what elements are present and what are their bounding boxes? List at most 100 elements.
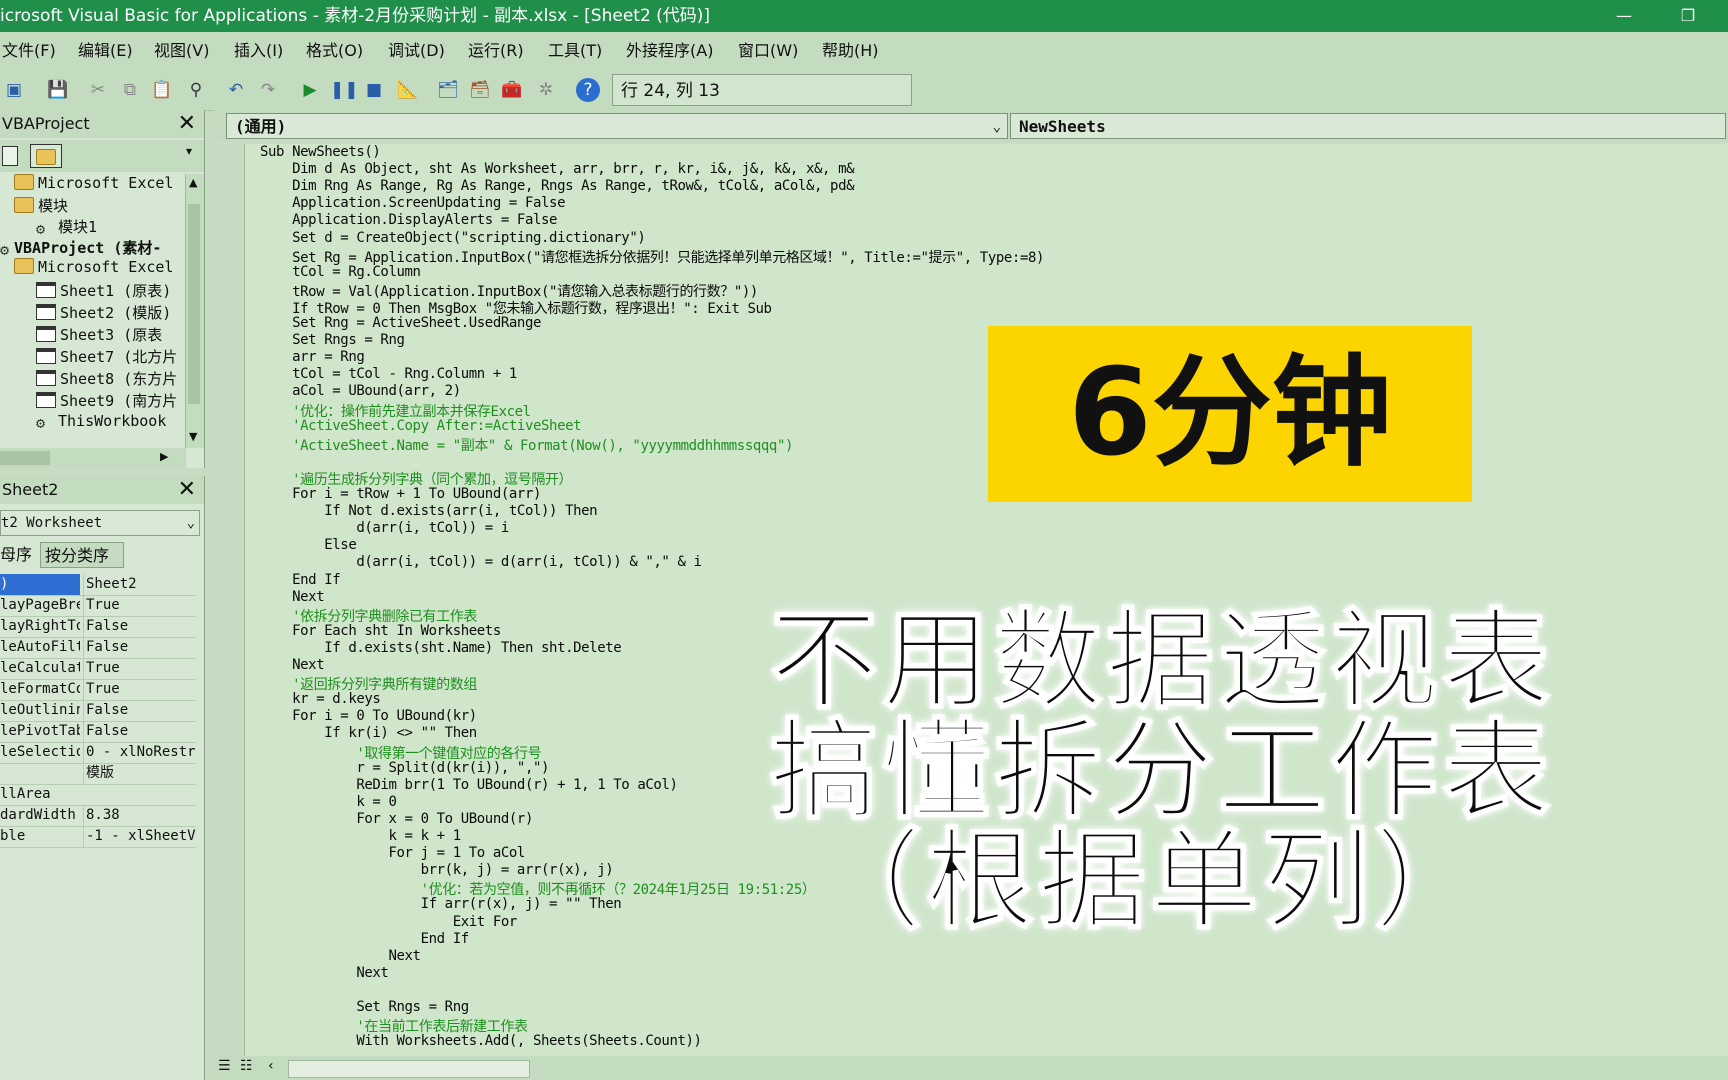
view-excel-icon[interactable]: ▣ — [2, 78, 26, 102]
property-row[interactable]: llArea — [0, 784, 196, 806]
property-value[interactable]: True — [83, 595, 196, 616]
procedure-dropdown[interactable]: NewSheets — [1010, 113, 1726, 139]
property-value[interactable]: 模版 — [83, 763, 196, 784]
project-explorer-icon[interactable]: 🗂 — [436, 78, 460, 102]
menu-debug[interactable]: 调试(D) — [388, 32, 445, 70]
restore-button[interactable]: ❐ — [1668, 0, 1708, 32]
tree-node[interactable]: Sheet2 (模版) — [36, 302, 171, 323]
property-row[interactable]: layRightTo False — [0, 616, 196, 638]
chevron-down-icon[interactable]: ▾ — [186, 144, 192, 158]
property-value[interactable]: True — [83, 679, 196, 700]
object-dropdown[interactable]: (通用) ⌄ — [226, 113, 1008, 139]
tree-horizontal-scrollbar[interactable]: ▶ — [0, 448, 186, 468]
procedure-view-icon[interactable]: ☰ — [218, 1058, 231, 1074]
tab-categorized[interactable]: 按分类序 — [40, 542, 124, 568]
chevron-down-icon[interactable]: ▼ — [189, 430, 197, 443]
break-icon[interactable]: ❚❚ — [330, 78, 359, 102]
copy-icon[interactable]: ⧉ — [118, 78, 142, 102]
view-object-button[interactable] — [30, 144, 62, 168]
property-row[interactable]: leSelectio 0 - xlNoRestr — [0, 742, 196, 764]
tree-node[interactable]: Microsoft Excel — [14, 174, 173, 192]
tab-alphabetic[interactable]: 母序 — [0, 542, 40, 568]
horizontal-scroll-thumb[interactable] — [288, 1060, 530, 1078]
menu-run[interactable]: 运行(R) — [468, 32, 524, 70]
sheet-icon — [36, 326, 56, 342]
property-key: leAutoFilt — [0, 639, 80, 655]
object-browser-icon[interactable]: 🧰 — [500, 78, 524, 102]
menu-format[interactable]: 格式(O) — [306, 32, 363, 70]
undo-icon[interactable]: ↶ — [224, 78, 248, 102]
find-icon[interactable]: ⚲ — [184, 78, 208, 102]
property-value[interactable]: False — [83, 616, 196, 637]
tree-node[interactable]: ⚙ ThisWorkbook — [36, 412, 166, 432]
run-icon[interactable]: ▶ — [298, 78, 322, 102]
tree-node[interactable]: Sheet3 (原表 — [36, 324, 162, 345]
full-module-view-icon[interactable]: ☷ — [240, 1058, 253, 1074]
object-combo[interactable]: t2 Worksheet ⌄ — [0, 510, 200, 536]
menu-insert[interactable]: 插入(I) — [234, 32, 283, 70]
help-icon[interactable]: ? — [576, 78, 600, 102]
property-value[interactable]: 8.38 — [83, 805, 196, 826]
tree-node[interactable]: Sheet9 (南方片 — [36, 390, 177, 411]
chevron-up-icon[interactable]: ▲ — [189, 176, 197, 189]
property-row[interactable]: leCalculat True — [0, 658, 196, 680]
scroll-thumb[interactable] — [188, 204, 200, 404]
property-value[interactable]: -1 - xlSheetV — [83, 826, 196, 847]
tree-node[interactable]: ⚙ VBAProject (素材- — [0, 237, 161, 259]
tree-node[interactable]: Sheet8 (东方片 — [36, 368, 177, 389]
cut-icon[interactable]: ✂ — [86, 78, 110, 102]
tree-node[interactable]: Sheet7 (北方片 — [36, 346, 177, 367]
property-value[interactable]: False — [83, 721, 196, 742]
scroll-thumb[interactable] — [0, 451, 50, 465]
properties-window-icon[interactable]: 🗃 — [468, 78, 492, 102]
tree-vertical-scrollbar[interactable]: ▲ ▼ — [185, 174, 204, 448]
menu-tools[interactable]: 工具(T) — [548, 32, 602, 70]
view-code-icon[interactable] — [2, 146, 18, 166]
chevron-left-icon[interactable]: ‹ — [268, 1058, 274, 1074]
paste-icon[interactable]: 📋 — [150, 78, 174, 102]
menu-window[interactable]: 窗口(W) — [738, 32, 798, 70]
property-value[interactable]: True — [83, 658, 196, 679]
close-icon[interactable]: ✕ — [178, 476, 196, 504]
property-row[interactable]: leOutlinin False — [0, 700, 196, 722]
save-icon[interactable]: 💾 — [46, 78, 70, 102]
toolbox-icon[interactable]: ✲ — [534, 78, 558, 102]
property-row[interactable]: dardWidth 8.38 — [0, 805, 196, 827]
menu-addins[interactable]: 外接程序(A) — [626, 32, 713, 70]
code-line: If arr(r(x), j) = "" Then — [260, 896, 622, 913]
property-row[interactable]: 模版 — [0, 763, 196, 785]
chevron-right-icon[interactable]: ▶ — [160, 450, 168, 463]
sheet-icon — [36, 370, 56, 386]
property-row[interactable]: lePivotTab False — [0, 721, 196, 743]
close-icon[interactable]: ✕ — [178, 110, 196, 138]
property-row[interactable]: leAutoFilt False — [0, 637, 196, 659]
menu-view[interactable]: 视图(V) — [154, 32, 209, 70]
code-gutter[interactable] — [214, 144, 245, 1056]
tree-node[interactable]: Sheet1 (原表) — [36, 280, 171, 301]
property-value[interactable]: False — [83, 637, 196, 658]
overlay-headline-2: 搞懂拆分工作表 — [769, 709, 1555, 834]
menu-help[interactable]: 帮助(H) — [822, 32, 879, 70]
menu-file[interactable]: 文件(F) — [2, 32, 56, 70]
menu-edit[interactable]: 编辑(E) — [78, 32, 133, 70]
property-value[interactable]: 0 - xlNoRestr — [83, 742, 196, 763]
tree-node[interactable]: ⚙ 模块1 — [36, 216, 97, 238]
property-row[interactable]: leFormatCo True — [0, 679, 196, 701]
reset-icon[interactable]: ■ — [362, 78, 386, 102]
redo-icon[interactable]: ↷ — [256, 78, 280, 102]
property-row[interactable]: ) Sheet2 — [0, 574, 196, 596]
property-value[interactable]: Sheet2 — [83, 574, 196, 595]
property-value[interactable]: False — [83, 700, 196, 721]
tree-node[interactable]: Microsoft Excel — [14, 258, 173, 276]
property-row[interactable]: ble -1 - xlSheetV — [0, 826, 196, 848]
folder-icon — [36, 149, 56, 165]
property-key: layRightTo — [0, 618, 80, 634]
design-mode-icon[interactable]: 📐 — [396, 78, 420, 102]
code-line: tCol = Rg.Column — [260, 263, 421, 280]
tree-node[interactable]: 模块 — [14, 195, 68, 216]
chevron-down-icon[interactable]: ⌄ — [993, 114, 1001, 140]
property-row[interactable]: layPageBre True — [0, 595, 196, 617]
chevron-down-icon[interactable]: ⌄ — [187, 511, 195, 535]
minimize-button[interactable]: — — [1604, 0, 1644, 32]
module-icon: ⚙ — [36, 220, 46, 238]
